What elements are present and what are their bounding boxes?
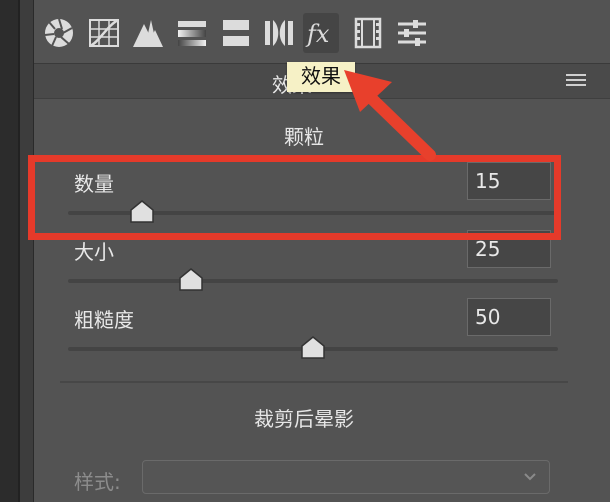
tool-split-toning[interactable] xyxy=(218,13,254,53)
tool-presets[interactable] xyxy=(394,13,430,53)
size-slider-thumb[interactable] xyxy=(178,266,204,292)
presets-sliders-icon xyxy=(398,20,426,46)
hsl-icon xyxy=(178,21,206,46)
section-divider xyxy=(60,381,568,383)
tool-tone-curve[interactable] xyxy=(86,13,122,53)
annotation-highlight-box xyxy=(28,155,561,240)
left-panel-strip xyxy=(0,0,18,502)
roughness-input[interactable]: 50 xyxy=(467,298,551,336)
tone-curve-icon xyxy=(89,18,119,48)
tool-effects[interactable]: fx xyxy=(303,13,339,53)
style-select[interactable] xyxy=(142,460,550,494)
tool-basic[interactable] xyxy=(41,13,77,53)
annotation-arrow-icon xyxy=(344,70,436,161)
size-label: 大小 xyxy=(74,240,114,264)
svg-text:fx: fx xyxy=(305,20,330,48)
split-toning-icon xyxy=(223,20,249,46)
roughness-slider-thumb[interactable] xyxy=(300,334,326,360)
roughness-label: 粗糙度 xyxy=(74,308,134,332)
panel-menu-icon[interactable] xyxy=(566,74,586,88)
tool-detail[interactable] xyxy=(130,13,166,53)
chevron-down-icon xyxy=(524,473,536,481)
tool-lens-corrections[interactable] xyxy=(261,13,297,53)
detail-icon xyxy=(133,20,163,47)
style-label: 样式: xyxy=(74,470,121,494)
size-slider[interactable] xyxy=(68,279,558,283)
tool-hsl[interactable] xyxy=(174,13,210,53)
tool-camera-calibration[interactable] xyxy=(350,13,386,53)
lens-corrections-icon xyxy=(265,20,293,46)
grain-section-title: 颗粒 xyxy=(284,125,324,149)
fx-effects-icon: fx xyxy=(305,20,330,48)
aperture-icon xyxy=(44,18,73,47)
camera-calibration-icon xyxy=(354,17,382,49)
vignette-section-title: 裁剪后晕影 xyxy=(254,407,354,431)
